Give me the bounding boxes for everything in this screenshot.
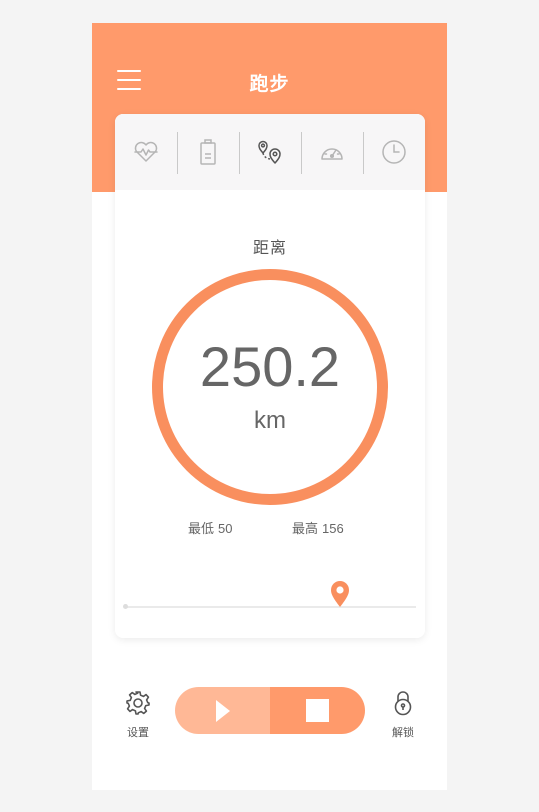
metric-value: 250.2 bbox=[199, 335, 341, 398]
settings-button[interactable]: 设置 bbox=[118, 690, 158, 740]
tab-battery[interactable] bbox=[177, 114, 239, 190]
stop-button[interactable] bbox=[270, 687, 365, 734]
clock-icon bbox=[382, 140, 406, 164]
metric-tabs bbox=[115, 114, 425, 190]
unlock-button[interactable]: 解锁 bbox=[383, 690, 423, 740]
metric-card: 距离 250.2 km 最低 50 最高 156 bbox=[115, 114, 425, 638]
progress-track bbox=[125, 606, 416, 608]
min-label: 最低 bbox=[188, 521, 215, 536]
playback-controls bbox=[175, 687, 365, 734]
tab-speedometer[interactable] bbox=[301, 114, 363, 190]
lock-icon bbox=[394, 691, 412, 716]
location-route-icon bbox=[258, 140, 281, 164]
max-value: 156 bbox=[322, 521, 344, 536]
metric-label: 距离 bbox=[252, 240, 287, 257]
min-value: 50 bbox=[218, 521, 233, 536]
max-label: 最高 bbox=[292, 521, 319, 536]
metric-unit: km bbox=[254, 407, 286, 434]
phone-screen: 跑步 距离 250.2 km 最低 50 最高 156 设置 解锁 bbox=[92, 23, 447, 790]
max-stat: 最高 156 bbox=[292, 518, 344, 537]
battery-icon bbox=[200, 139, 216, 165]
unlock-label: 解锁 bbox=[392, 727, 414, 739]
gear-icon bbox=[126, 691, 150, 715]
speedometer-icon bbox=[321, 148, 343, 160]
tab-location-route[interactable] bbox=[239, 114, 301, 190]
tab-heart-rate[interactable] bbox=[115, 114, 177, 190]
page-title: 跑步 bbox=[249, 74, 290, 95]
stop-icon bbox=[306, 699, 329, 722]
settings-label: 设置 bbox=[127, 727, 149, 739]
play-button[interactable] bbox=[175, 687, 270, 734]
heart-rate-icon bbox=[134, 141, 158, 162]
min-stat: 最低 50 bbox=[188, 518, 232, 537]
play-icon bbox=[215, 699, 230, 722]
tab-clock[interactable] bbox=[363, 114, 425, 190]
location-pin-icon[interactable] bbox=[330, 580, 350, 608]
track-start-dot bbox=[123, 604, 128, 609]
